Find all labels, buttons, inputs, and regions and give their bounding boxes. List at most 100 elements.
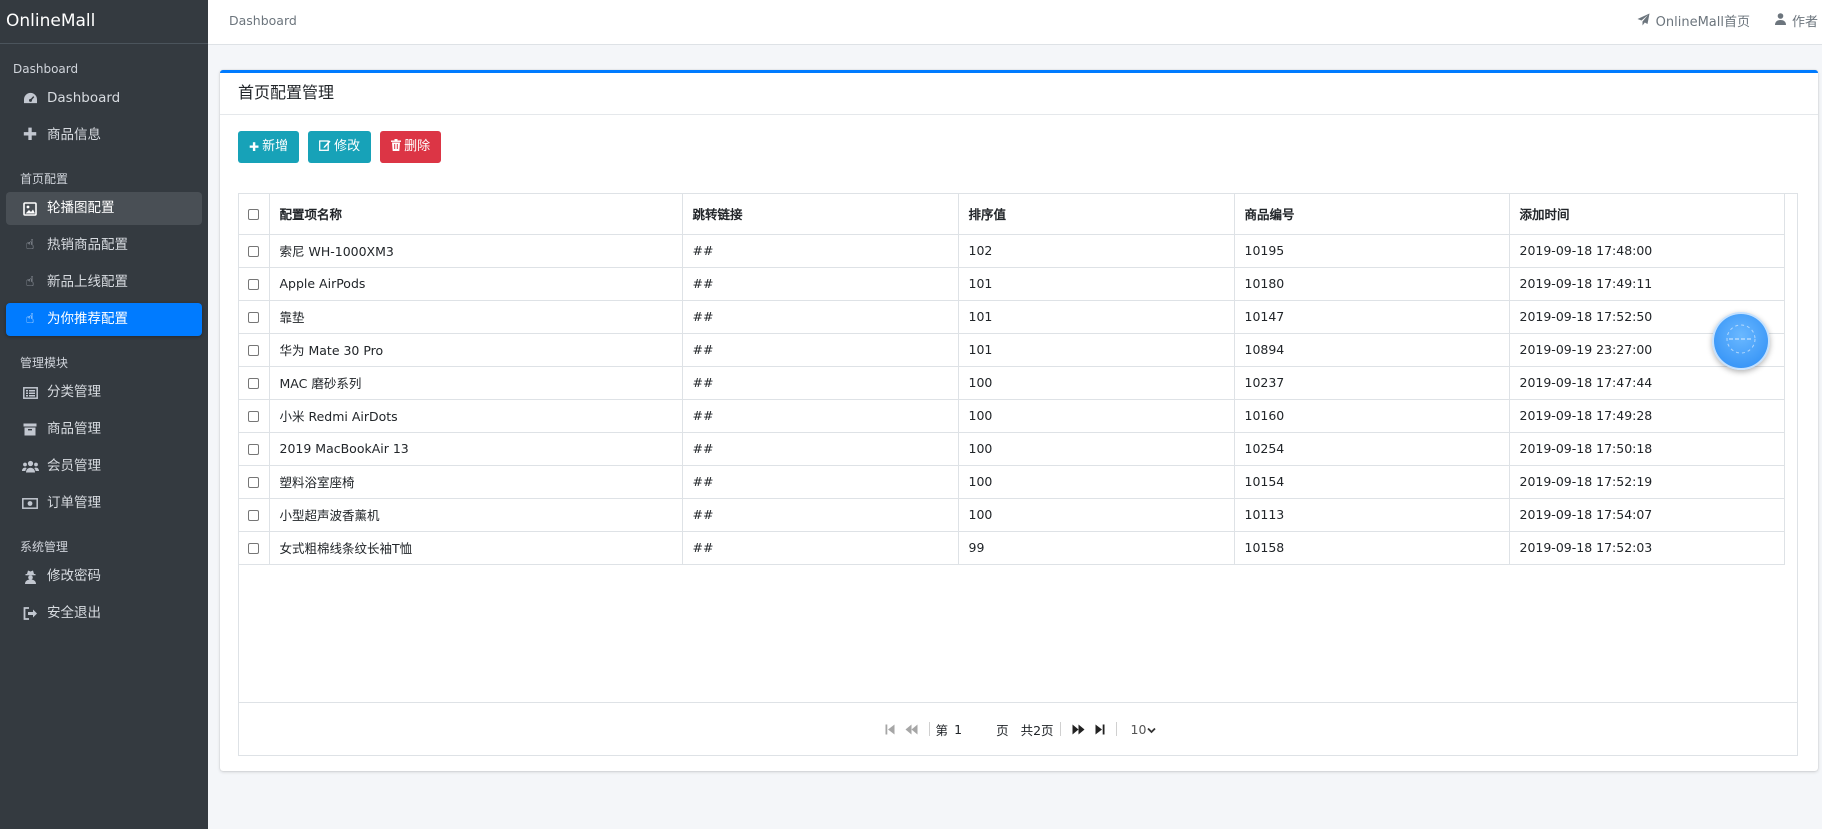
floating-assistant-button[interactable] [1712,312,1770,370]
page-number-input[interactable] [954,721,991,737]
brand-logo[interactable]: OnlineMall [0,0,208,44]
data-grid: 配置项名称 跳转链接 排序值 商品编号 添加时间 索尼 WH-1000XM3 ##… [238,193,1798,756]
cell-name: Apple AirPods [268,266,683,301]
sidebar-item-logout[interactable]: 安全退出 [6,597,202,630]
cell-goods-id: 10154 [1233,464,1510,499]
toolbar: ✚ 新增 修改 删除 [238,131,450,163]
cell-goods-id: 10180 [1233,266,1510,301]
author-link-label: 作者 [1791,15,1818,30]
cell-created: 2019-09-18 17:50:18 [1508,431,1785,466]
table-row[interactable]: 女式粗棉线条纹长袖T恤 ## 99 10158 2019-09-18 17:52:03 [239,530,1785,565]
row-select-cell [239,365,270,400]
cell-created: 2019-09-18 17:52:19 [1508,464,1785,499]
config-table: 配置项名称 跳转链接 排序值 商品编号 添加时间 索尼 WH-1000XM3 ##… [239,194,1785,565]
archive-icon [21,413,39,446]
row-checkbox[interactable] [248,246,260,257]
table-row[interactable]: 小米 Redmi AirDots ## 100 10160 2019-09-18 17:… [239,398,1785,433]
sidebar-item-new-config[interactable]: ☝ 新品上线配置 [6,266,202,299]
column-header-goods-id[interactable]: 商品编号 [1233,194,1510,235]
cell-sort: 100 [957,497,1235,532]
table-row[interactable]: 塑料浴室座椅 ## 100 10154 2019-09-18 17:52:19 [239,464,1785,499]
chevron-down-icon [1147,722,1157,737]
sidebar-item-label: Dashboard [47,90,121,106]
breadcrumb[interactable]: Dashboard [229,0,297,41]
author-link[interactable]: 作者 [1774,11,1818,30]
delete-button-label: 删除 [404,139,431,154]
row-checkbox[interactable] [248,543,260,554]
cell-name: 2019 MacBookAir 13 [268,431,683,466]
next-page-icon[interactable] [1072,724,1085,735]
sign-out-icon [21,597,39,630]
column-header-created[interactable]: 添加时间 [1508,194,1785,235]
edit-button[interactable]: 修改 [308,131,372,163]
home-link[interactable]: OnlineMall首页 [1637,11,1750,30]
select-all-checkbox[interactable] [248,209,260,221]
row-select-cell [239,398,270,433]
row-checkbox[interactable] [248,510,260,521]
users-icon [21,450,39,483]
sidebar-item-category[interactable]: 分类管理 [6,376,202,409]
column-header-link[interactable]: 跳转链接 [681,194,959,235]
cell-name: 塑料浴室座椅 [268,464,683,499]
add-button-label: 新增 [262,139,289,154]
cell-name: 索尼 WH-1000XM3 [268,233,683,268]
page-prefix: 第 [935,722,949,738]
row-checkbox[interactable] [248,345,260,356]
row-checkbox[interactable] [248,477,260,488]
sidebar-item-members[interactable]: 会员管理 [6,450,202,483]
pagination: 第 页 共2页 10 [239,702,1797,755]
table-row[interactable]: 索尼 WH-1000XM3 ## 102 10195 2019-09-18 17:48:… [239,233,1785,268]
sidebar-item-hot-config[interactable]: ☝ 热销商品配置 [6,229,202,262]
sidebar-item-change-password[interactable]: 修改密码 [6,560,202,593]
add-button[interactable]: ✚ 新增 [238,131,300,163]
cell-link: ## [681,530,959,565]
row-checkbox[interactable] [248,444,260,455]
table-row[interactable]: MAC 磨砂系列 ## 100 10237 2019-09-18 17:47:44 [239,365,1785,400]
sidebar-item-label: 订单管理 [47,495,101,511]
table-row[interactable]: 靠垫 ## 101 10147 2019-09-18 17:52:50 [239,299,1785,334]
sidebar-item-carousel-config[interactable]: 轮播图配置 [6,192,202,225]
cell-goods-id: 10254 [1233,431,1510,466]
table-row[interactable]: Apple AirPods ## 101 10180 2019-09-18 17:49:… [239,266,1785,301]
column-header-name[interactable]: 配置项名称 [268,194,683,235]
delete-button[interactable]: 删除 [380,131,442,163]
sidebar-item-dashboard[interactable]: Dashboard [6,82,202,115]
cell-name: 女式粗棉线条纹长袖T恤 [268,530,683,565]
sidebar-header-home-config: 首页配置 [20,172,69,186]
cell-sort: 100 [957,431,1235,466]
cell-created: 2019-09-18 17:49:28 [1508,398,1785,433]
top-navbar: Dashboard OnlineMall首页 作者 [208,0,1822,45]
pager-separator [928,722,930,736]
last-page-icon[interactable] [1095,724,1105,735]
row-checkbox[interactable] [248,279,260,290]
cell-name: 靠垫 [268,299,683,334]
table-row[interactable]: 2019 MacBookAir 13 ## 100 10254 2019-09-18 1… [239,431,1785,466]
row-select-cell [239,266,270,301]
list-icon [21,376,39,409]
money-icon [21,487,39,520]
row-select-cell [239,299,270,334]
cell-created: 2019-09-18 17:48:00 [1508,233,1785,268]
sidebar-item-goods[interactable]: 商品管理 [6,413,202,446]
cell-sort: 101 [957,332,1235,367]
cell-created: 2019-09-18 17:47:44 [1508,365,1785,400]
first-page-icon[interactable] [885,724,895,735]
top-right-links: OnlineMall首页 作者 [1637,0,1822,41]
sidebar-item-product-info[interactable]: ✚ 商品信息 [6,119,202,152]
prev-page-icon[interactable] [905,724,918,735]
page-size-select[interactable]: 10 [1131,722,1157,737]
sidebar-item-recommend-config[interactable]: ☝ 为你推荐配置 [6,303,202,336]
row-checkbox[interactable] [248,378,260,389]
table-row[interactable]: 华为 Mate 30 Pro ## 101 10894 2019-09-19 23:27… [239,332,1785,367]
row-checkbox[interactable] [248,411,260,422]
cell-name: 小米 Redmi AirDots [268,398,683,433]
sidebar-item-orders[interactable]: 订单管理 [6,487,202,520]
cell-link: ## [681,464,959,499]
table-row[interactable]: 小型超声波香薰机 ## 100 10113 2019-09-18 17:54:07 [239,497,1785,532]
hand-pointer-icon: ☝ [25,311,35,327]
cell-sort: 99 [957,530,1235,565]
row-checkbox[interactable] [248,312,260,323]
cell-link: ## [681,365,959,400]
column-header-sort[interactable]: 排序值 [957,194,1235,235]
cell-sort: 100 [957,398,1235,433]
